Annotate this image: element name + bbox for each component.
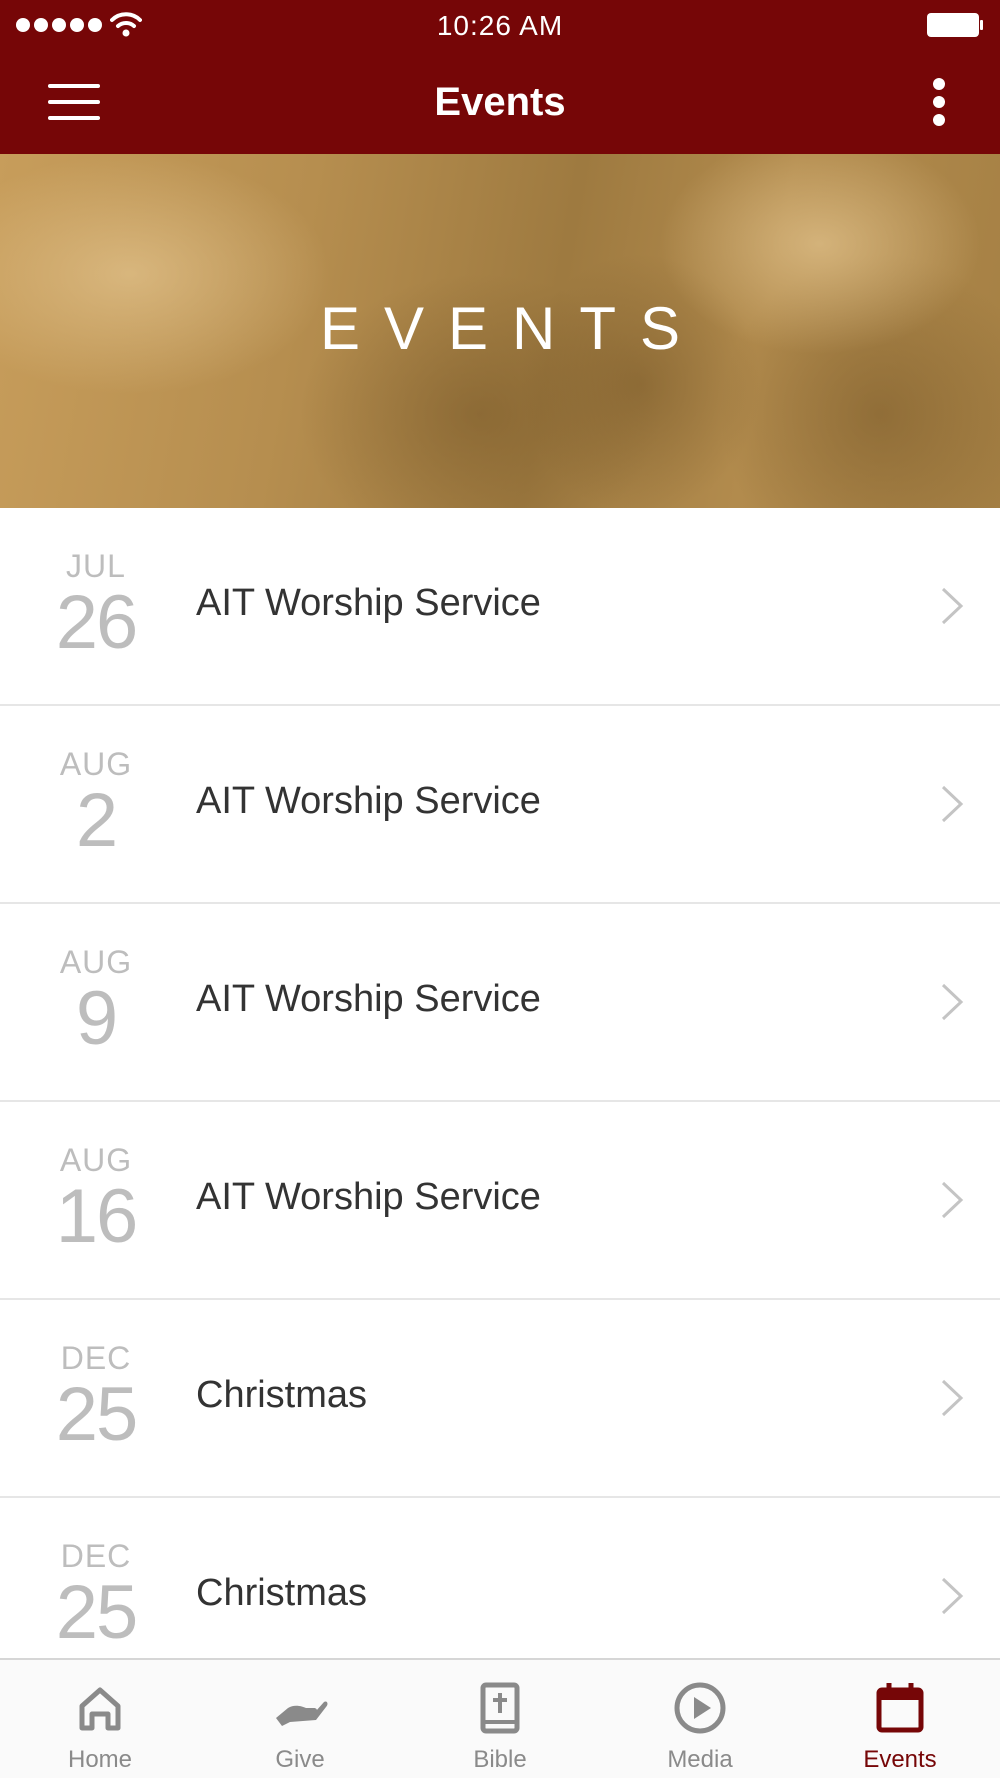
event-day: 9	[75, 976, 118, 1061]
tab-label: Media	[667, 1746, 733, 1773]
event-row[interactable]: AUG 9 AIT Worship Service	[0, 904, 1000, 1102]
event-row[interactable]: AUG 2 AIT Worship Service	[0, 706, 1000, 904]
event-title: Christmas	[196, 1374, 368, 1416]
event-title: AIT Worship Service	[196, 582, 541, 624]
tab-label: Give	[275, 1746, 325, 1773]
events-hero-banner: EVENTS	[0, 154, 1000, 508]
event-month: DEC	[60, 1538, 132, 1574]
event-date: AUG 9	[40, 944, 152, 1058]
chevron-right-icon	[941, 587, 964, 625]
tab-home[interactable]: Home	[0, 1660, 200, 1778]
event-day: 25	[55, 1570, 139, 1655]
event-month: AUG	[59, 746, 133, 782]
event-date: AUG 2	[40, 746, 152, 860]
bible-icon	[480, 1682, 520, 1734]
status-bar: 10:26 AM	[0, 0, 1000, 50]
event-month: AUG	[59, 1142, 133, 1178]
hero-title: EVENTS	[319, 295, 705, 362]
event-date: DEC 25	[40, 1340, 152, 1454]
chevron-right-icon	[941, 1577, 964, 1615]
top-bar: 10:26 AM Events	[0, 0, 1000, 154]
tab-label: Home	[67, 1746, 133, 1773]
tab-label: Events	[863, 1746, 937, 1773]
event-row[interactable]: DEC 25 Christmas	[0, 1300, 1000, 1498]
bottom-tab-bar: Home Give Bible Media Events	[0, 1658, 1000, 1778]
event-title: Christmas	[196, 1572, 368, 1614]
status-time: 10:26 AM	[436, 10, 564, 41]
calendar-icon	[876, 1683, 924, 1733]
event-day: 16	[55, 1174, 139, 1259]
event-day: 25	[55, 1372, 139, 1457]
event-day: 26	[55, 580, 139, 665]
event-title: AIT Worship Service	[196, 978, 541, 1020]
event-row[interactable]: JUL 26 AIT Worship Service	[0, 508, 1000, 706]
nav-bar: Events	[0, 50, 1000, 154]
page-title: Events	[434, 80, 566, 124]
tab-give[interactable]: Give	[200, 1660, 400, 1778]
chevron-right-icon	[941, 785, 964, 823]
tab-bible[interactable]: Bible	[400, 1660, 600, 1778]
home-icon	[79, 1687, 121, 1731]
event-date: AUG 16	[40, 1142, 152, 1256]
tab-label: Bible	[473, 1746, 527, 1773]
more-options-button[interactable]	[924, 72, 954, 132]
battery-icon	[927, 13, 983, 37]
event-title: AIT Worship Service	[196, 780, 541, 822]
event-row[interactable]: AUG 16 AIT Worship Service	[0, 1102, 1000, 1300]
tab-media[interactable]: Media	[600, 1660, 800, 1778]
media-play-icon	[674, 1682, 726, 1734]
event-list: JUL 26 AIT Worship Service AUG 2 AIT Wor…	[0, 508, 1000, 1696]
give-icon	[276, 1701, 328, 1726]
event-month: DEC	[60, 1340, 132, 1376]
event-month: AUG	[59, 944, 133, 980]
chevron-right-icon	[941, 1181, 964, 1219]
event-title: AIT Worship Service	[196, 1176, 541, 1218]
chevron-right-icon	[941, 983, 964, 1021]
event-month: JUL	[66, 548, 126, 584]
chevron-right-icon	[941, 1379, 964, 1417]
event-date: DEC 25	[40, 1538, 152, 1652]
event-date: JUL 26	[40, 548, 152, 662]
event-day: 2	[75, 778, 118, 863]
tab-events[interactable]: Events	[800, 1660, 1000, 1778]
